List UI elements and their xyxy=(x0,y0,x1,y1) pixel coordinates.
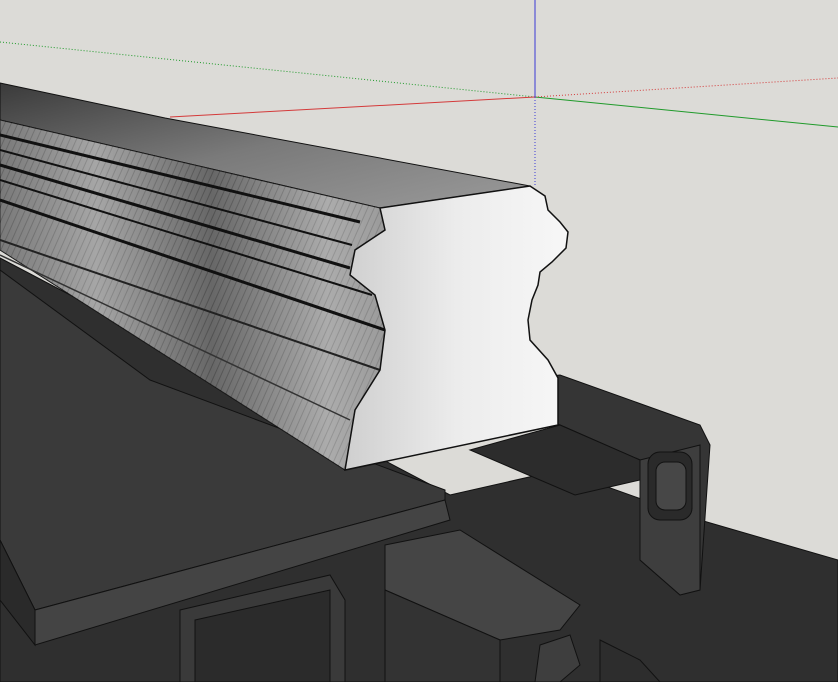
green-axis xyxy=(534,96,838,128)
green-axis-hidden xyxy=(0,41,536,98)
scene-canvas[interactable] xyxy=(0,0,838,682)
red-axis-hidden xyxy=(534,77,838,98)
red-axis xyxy=(169,96,536,118)
modeling-viewport[interactable] xyxy=(0,0,838,682)
